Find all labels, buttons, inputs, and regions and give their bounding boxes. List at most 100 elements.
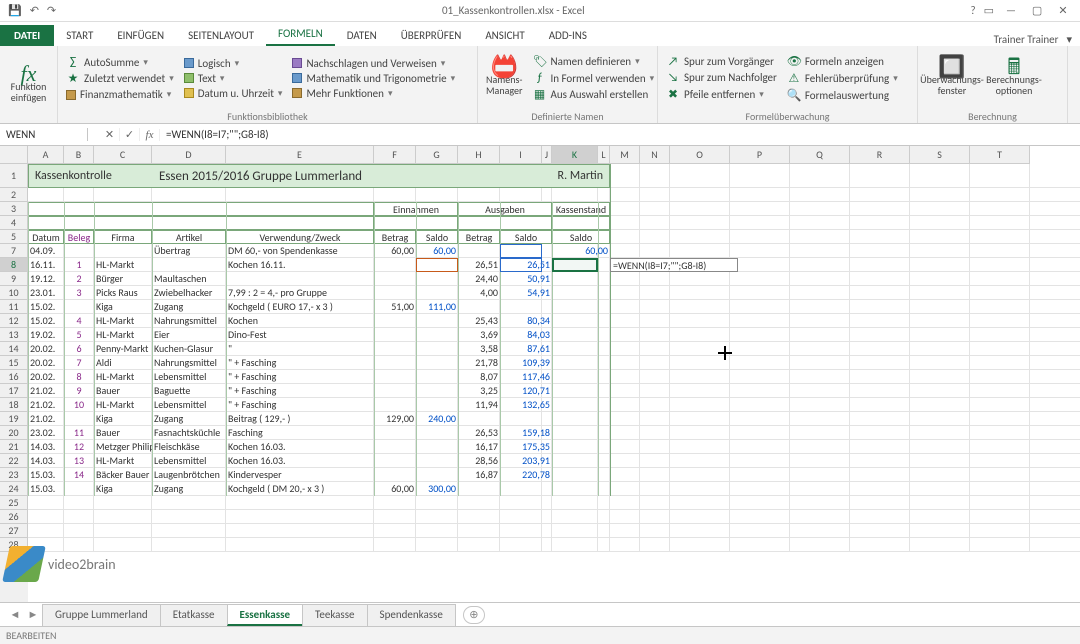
inline-formula-edit[interactable]: =WENN(I8=I7;"";G8-I8)	[610, 258, 738, 272]
error-check-button[interactable]: ⚠Fehlerüberprüfung▾	[787, 71, 898, 86]
cell-ausgabe-betrag[interactable]: 11,94	[458, 398, 500, 412]
col-header[interactable]: D	[152, 146, 226, 164]
col-header[interactable]: C	[94, 146, 152, 164]
cell-datum[interactable]: 15.02.	[28, 314, 64, 328]
fx-icon[interactable]: fx	[140, 129, 160, 141]
cell-artikel[interactable]: Baguette	[152, 384, 226, 398]
cell-artikel[interactable]: Lebensmittel	[152, 370, 226, 384]
row-header[interactable]: 17	[0, 384, 28, 398]
cell-verwendung[interactable]: Beitrag ( 129,- )	[226, 412, 374, 426]
use-in-formula-button[interactable]: ƒIn Formel verwenden▾	[532, 71, 654, 85]
cell-artikel[interactable]: Nahrungsmittel	[152, 314, 226, 328]
row-header[interactable]: 1	[0, 164, 28, 188]
cell-artikel[interactable]: Übertrag	[152, 244, 226, 258]
row-header[interactable]: 15	[0, 356, 28, 370]
cell-beleg[interactable]: 9	[64, 384, 94, 398]
lookup-button[interactable]: Nachschlagen und Verweisen▾	[292, 57, 455, 70]
name-manager-button[interactable]: 📛 Namens- Manager	[486, 48, 522, 108]
cell-datum[interactable]: 15.03.	[28, 468, 64, 482]
cell-ausgabe-betrag[interactable]: 3,69	[458, 328, 500, 342]
row-header[interactable]: 3	[0, 202, 28, 216]
cell-artikel[interactable]	[152, 258, 226, 272]
qat-save-icon[interactable]: 💾	[4, 4, 26, 17]
recent-button[interactable]: ★Zuletzt verwendet▾	[66, 71, 174, 86]
row-header[interactable]: 24	[0, 482, 28, 496]
formula-input[interactable]: =WENN(I8=I7;"";G8-I8)	[160, 128, 1080, 141]
cell-datum[interactable]: 21.02.	[28, 412, 64, 426]
cell-verwendung[interactable]: Kochen 16.03.	[226, 440, 374, 454]
cell-ausgabe-betrag[interactable]: 28,56	[458, 454, 500, 468]
cell-ausgabe-betrag[interactable]: 16,87	[458, 468, 500, 482]
cell-datum[interactable]: 21.02.	[28, 398, 64, 412]
cell-einnahme-betrag[interactable]: 129,00	[374, 412, 416, 426]
cell-artikel[interactable]: Fasnachtsküchle	[152, 426, 226, 440]
col-header[interactable]: M	[610, 146, 640, 164]
cell-firma[interactable]: Kiga	[94, 300, 152, 314]
cell-firma[interactable]: Aldi	[94, 356, 152, 370]
col-header[interactable]: J	[542, 146, 552, 164]
cell-ausgabe-saldo[interactable]: 175,35	[500, 440, 552, 454]
select-all-corner[interactable]	[0, 146, 28, 164]
confirm-formula-icon[interactable]: ✓	[120, 128, 140, 141]
cell-einnahme-saldo[interactable]: 111,00	[416, 300, 458, 314]
col-header[interactable]: B	[64, 146, 94, 164]
cell-ausgabe-saldo[interactable]: 80,34	[500, 314, 552, 328]
add-sheet-button[interactable]: ⊕	[463, 606, 485, 624]
row-headers[interactable]: 1234578910111213141516171819202122232425…	[0, 164, 28, 602]
cell-verwendung[interactable]: Kochen	[226, 314, 374, 328]
cell-datum[interactable]: 04.09.	[28, 244, 64, 258]
cell-firma[interactable]: Picks Raus	[94, 286, 152, 300]
file-tab[interactable]: DATEI	[0, 25, 54, 46]
math-button[interactable]: Mathematik und Trigonometrie▾	[292, 72, 455, 85]
cell-artikel[interactable]: Lebensmittel	[152, 398, 226, 412]
row-header[interactable]: 5	[0, 230, 28, 244]
col-header[interactable]: N	[640, 146, 670, 164]
date-button[interactable]: Datum u. Uhrzeit▾	[184, 87, 283, 100]
tab-formeln[interactable]: FORMELN	[266, 23, 335, 46]
cell-verwendung[interactable]	[226, 272, 374, 286]
cell-ausgabe-betrag[interactable]: 3,58	[458, 342, 500, 356]
sheet-tab[interactable]: Etatkasse	[160, 604, 228, 626]
row-header[interactable]: 9	[0, 272, 28, 286]
cell-verwendung[interactable]: " + Fasching	[226, 398, 374, 412]
sheet-tab[interactable]: Gruppe Lummerland	[42, 604, 161, 626]
cell-beleg[interactable]: 3	[64, 286, 94, 300]
col-header[interactable]: G	[416, 146, 458, 164]
cell-datum[interactable]: 20.02.	[28, 342, 64, 356]
cell-verwendung[interactable]: Kochgeld ( EURO 17,- x 3 )	[226, 300, 374, 314]
tab-nav-next-icon[interactable]: ►	[24, 608, 42, 621]
user-dropdown-icon[interactable]: ▾	[1066, 33, 1072, 46]
row-header[interactable]: 14	[0, 342, 28, 356]
cell-beleg[interactable]: 8	[64, 370, 94, 384]
tab-ansicht[interactable]: ANSICHT	[473, 25, 536, 46]
cell-ausgabe-betrag[interactable]: 25,43	[458, 314, 500, 328]
autosum-button[interactable]: ∑AutoSumme▾	[66, 55, 174, 69]
cell-firma[interactable]: Penny-Markt	[94, 342, 152, 356]
cell-ausgabe-saldo[interactable]: 54,91	[500, 286, 552, 300]
define-name-button[interactable]: 🏷Namen definieren▾	[532, 54, 654, 69]
cell-firma[interactable]: HL-Markt	[94, 454, 152, 468]
cell-artikel[interactable]: Laugenbrötchen	[152, 468, 226, 482]
row-header[interactable]: 11	[0, 300, 28, 314]
row-header[interactable]: 25	[0, 496, 28, 510]
cell-einnahme-saldo[interactable]: 300,00	[416, 482, 458, 496]
cell-ausgabe-betrag[interactable]: 8,07	[458, 370, 500, 384]
cell-artikel[interactable]: Zugang	[152, 412, 226, 426]
more-functions-button[interactable]: Mehr Funktionen▾	[292, 87, 455, 100]
sheet-tab[interactable]: Teekasse	[302, 604, 368, 626]
cell-datum[interactable]: 14.03.	[28, 454, 64, 468]
col-header[interactable]: P	[730, 146, 790, 164]
trace-precedents-button[interactable]: ↗Spur zum Vorgänger	[666, 55, 777, 69]
cell-datum[interactable]: 15.03.	[28, 482, 64, 496]
col-header[interactable]: H	[458, 146, 500, 164]
calc-options-button[interactable]: 🖩 Berechnungs- optionen	[988, 48, 1040, 108]
cell-verwendung[interactable]: Kochen 16.03.	[226, 454, 374, 468]
cell-ausgabe-saldo[interactable]: 159,18	[500, 426, 552, 440]
cell-ausgabe-betrag[interactable]: 26,53	[458, 426, 500, 440]
row-header[interactable]: 7	[0, 244, 28, 258]
cell-beleg[interactable]: 14	[64, 468, 94, 482]
cell-artikel[interactable]: Fleischkäse	[152, 440, 226, 454]
cell-firma[interactable]: Metzger Philip.	[94, 440, 152, 454]
col-header[interactable]: R	[850, 146, 910, 164]
row-header[interactable]: 10	[0, 286, 28, 300]
